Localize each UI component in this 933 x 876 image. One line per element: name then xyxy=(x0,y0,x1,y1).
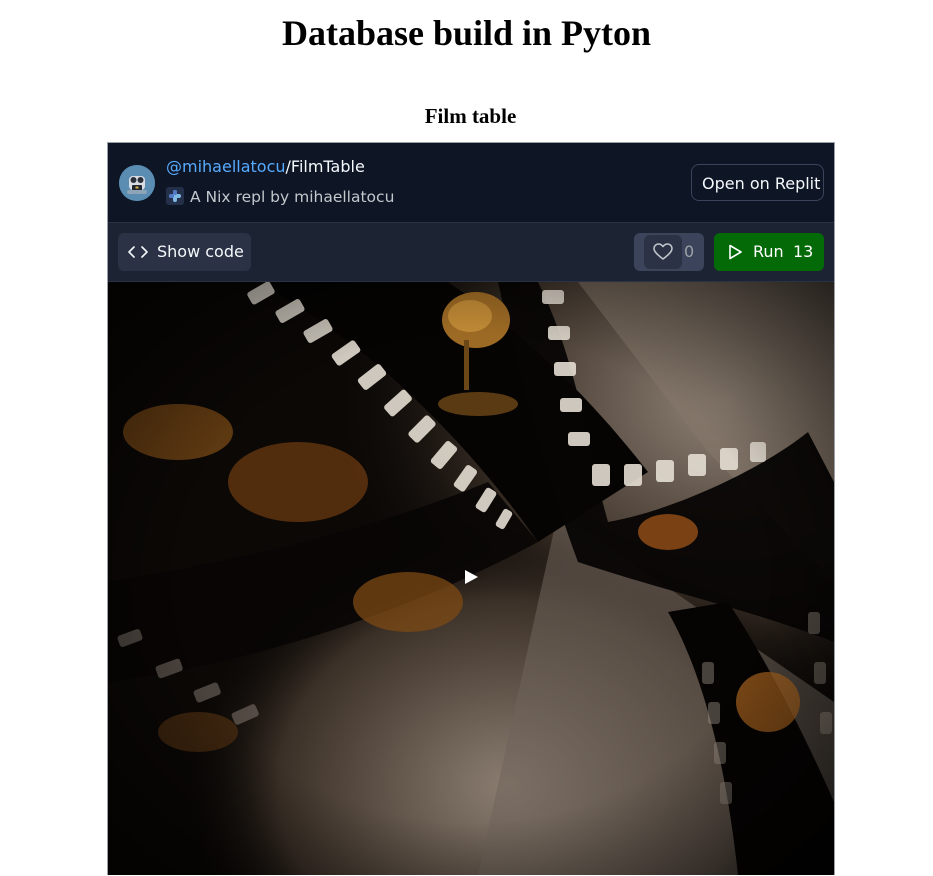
repl-name[interactable]: FilmTable xyxy=(291,157,365,176)
page-title: Database build in Pyton xyxy=(281,13,652,53)
heart-icon xyxy=(644,235,682,269)
robot-avatar-icon[interactable] xyxy=(119,165,155,201)
run-label: Run xyxy=(753,242,784,261)
show-code-label: Show code xyxy=(157,242,244,261)
like-count: 0 xyxy=(684,242,695,261)
section-title: Film table xyxy=(424,104,517,128)
open-on-replit-button[interactable]: Open on Replit xyxy=(691,164,824,201)
like-button[interactable]: 0 xyxy=(634,233,704,271)
repl-subtitle-text: A Nix repl by mihaellatocu xyxy=(190,188,395,206)
embed-toolbar: Show code 0 Run 13 xyxy=(108,223,834,282)
nix-icon xyxy=(166,187,184,205)
play-outline-icon xyxy=(729,244,742,260)
run-count: 13 xyxy=(793,242,814,261)
repl-path: @mihaellatocu/FilmTable xyxy=(166,157,365,176)
replit-embed: @mihaellatocu/FilmTable A Nix repl by mi… xyxy=(107,142,835,875)
code-brackets-icon xyxy=(128,246,148,258)
embed-header: @mihaellatocu/FilmTable A Nix repl by mi… xyxy=(108,143,834,223)
run-button[interactable]: Run 13 xyxy=(714,233,824,271)
play-icon[interactable] xyxy=(463,569,479,585)
cover-image[interactable] xyxy=(108,282,834,875)
show-code-button[interactable]: Show code xyxy=(118,233,251,271)
owner-link[interactable]: @mihaellatocu xyxy=(166,157,286,176)
